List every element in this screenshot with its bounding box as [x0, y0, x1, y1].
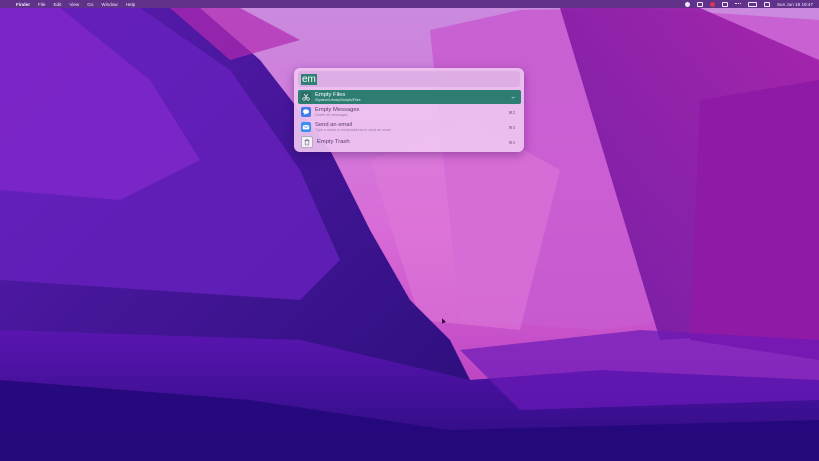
menu-window[interactable]: Window: [101, 2, 117, 7]
result-subtitle: Type a name or email address to send an …: [315, 128, 391, 133]
menu-view[interactable]: View: [69, 2, 79, 7]
menu-go[interactable]: Go: [87, 2, 93, 7]
result-subtitle: /System/Library/Scripts/Files: [315, 98, 361, 103]
result-shortcut: ⌘3: [508, 124, 515, 130]
menu-app-name[interactable]: Finder: [16, 2, 30, 7]
more-icon[interactable]: [734, 2, 741, 6]
display-icon[interactable]: [721, 1, 728, 7]
scissors-icon: [301, 92, 311, 102]
menu-edit[interactable]: Edit: [53, 2, 61, 7]
control-center-icon[interactable]: [763, 1, 770, 7]
launcher-search-field[interactable]: em: [298, 71, 520, 87]
status-circle-icon[interactable]: [684, 1, 690, 7]
result-row-empty-files[interactable]: Empty Files /System/Library/Scripts/File…: [298, 90, 521, 104]
result-row-empty-messages[interactable]: Empty Messages Delete all messages ⌘2: [298, 105, 521, 119]
result-row-send-email[interactable]: Send an email Type a name or email addre…: [298, 120, 521, 134]
menu-bar: Finder File Edit View Go Window Help Sun…: [0, 0, 819, 8]
result-row-empty-trash[interactable]: Empty Trash ⌘4: [298, 135, 521, 149]
launcher-search-query[interactable]: em: [301, 73, 317, 85]
menu-help[interactable]: Help: [126, 2, 135, 7]
messages-icon: [301, 107, 311, 117]
mail-icon: [301, 122, 311, 132]
result-shortcut: ↩: [511, 94, 515, 100]
result-shortcut: ⌘2: [508, 109, 515, 115]
result-shortcut: ⌘4: [508, 139, 515, 145]
notification-app-icon[interactable]: [709, 1, 715, 7]
trash-icon: [301, 136, 313, 148]
result-title: Empty Trash: [317, 138, 350, 145]
menu-file[interactable]: File: [38, 2, 45, 7]
desktop: Finder File Edit View Go Window Help Sun…: [0, 0, 819, 461]
menu-clock[interactable]: Sun Jun 19 19:47: [777, 2, 813, 7]
dropbox-icon[interactable]: [696, 1, 703, 7]
battery-icon[interactable]: [747, 1, 757, 7]
result-subtitle: Delete all messages: [315, 113, 348, 118]
